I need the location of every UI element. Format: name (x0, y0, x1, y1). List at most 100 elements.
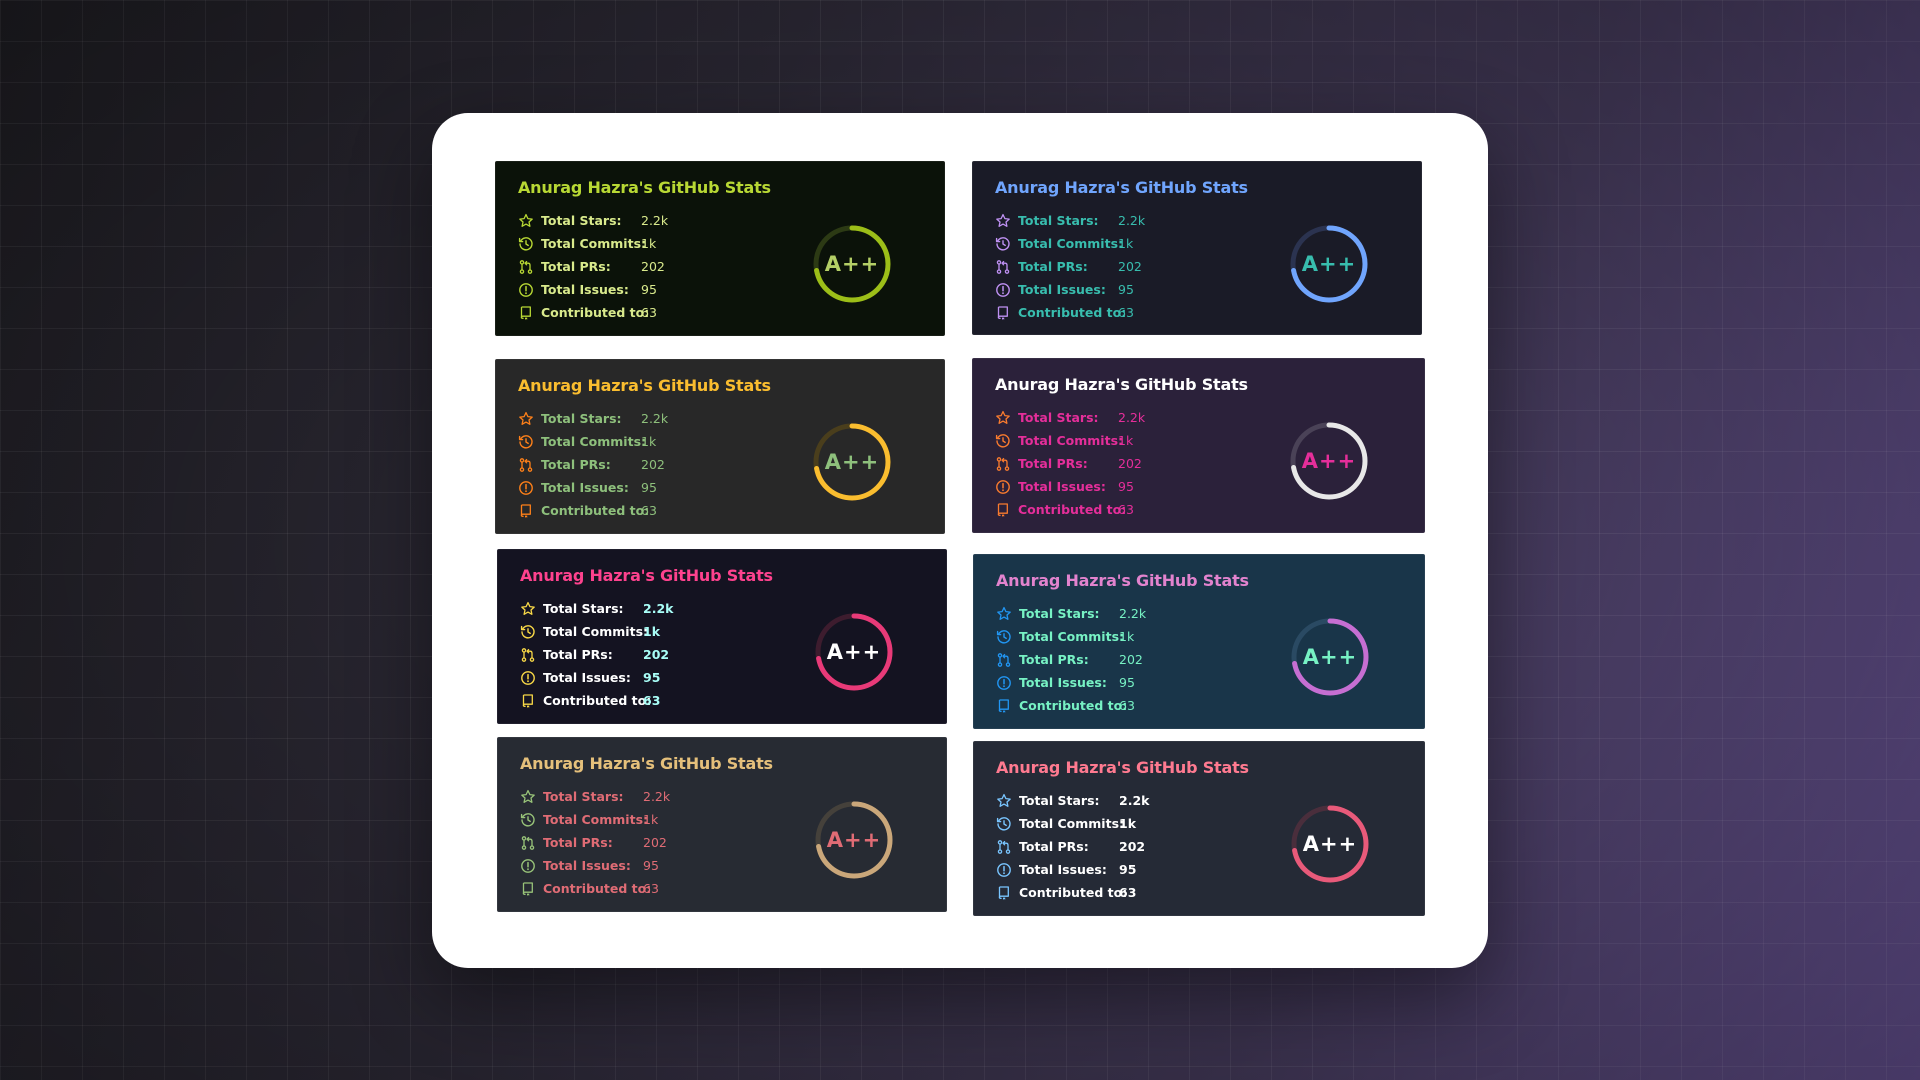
star-icon (995, 410, 1011, 426)
stat-row: Total PRs: 202 (518, 255, 665, 278)
stat-row: Contributed to: 63 (996, 694, 1135, 717)
stat-value: 202 (641, 259, 665, 274)
pull-request-icon (518, 259, 534, 275)
stat-label: Total Commits: (543, 624, 649, 639)
star-icon (995, 213, 1011, 229)
stat-label: Total Commits: (541, 236, 647, 251)
stat-row: Total Stars: 2.2k (996, 789, 1149, 812)
stat-label: Contributed to: (1018, 305, 1127, 320)
rank-label: A++ (1301, 252, 1357, 276)
stat-value: 95 (1118, 479, 1134, 494)
stat-value: 2.2k (641, 213, 669, 228)
stat-label: Total PRs: (1019, 839, 1089, 854)
rank-ring: A++ (1290, 804, 1370, 884)
stat-label: Total Issues: (1018, 282, 1106, 297)
rank-ring: A++ (1289, 224, 1369, 304)
rank-ring: A++ (814, 800, 894, 880)
stat-value: 1k (1119, 816, 1137, 831)
stat-row: Total PRs: 202 (995, 452, 1142, 475)
rank-label: A++ (824, 450, 880, 474)
stat-label: Total PRs: (541, 457, 611, 472)
stat-label: Total PRs: (543, 647, 613, 662)
issue-icon (995, 282, 1011, 298)
repo-icon (518, 503, 534, 519)
stat-value: 202 (1118, 259, 1142, 274)
stat-row: Total PRs: 202 (995, 255, 1142, 278)
stat-label: Total Stars: (541, 411, 622, 426)
stat-label: Total Commits: (543, 812, 649, 827)
stats-card-2: Anurag Hazra's GitHub Stats Total Stars:… (972, 161, 1422, 335)
stat-row: Total Commits: 1k (995, 232, 1133, 255)
stat-label: Contributed to: (541, 305, 650, 320)
commits-icon (518, 236, 534, 252)
rank-label: A++ (824, 252, 880, 276)
stat-row: Total PRs: 202 (518, 453, 665, 476)
star-icon (520, 601, 536, 617)
stats-list: Total Stars: 2.2k Total Commits: 1k Total PR… (996, 602, 1146, 717)
card-title: Anurag Hazra's GitHub Stats (996, 571, 1249, 590)
stat-row: Total Commits: 1k (518, 232, 656, 255)
stats-list: Total Stars: 2.2k Total Commits: 1k Total PR… (518, 209, 668, 324)
stat-value: 1k (641, 434, 657, 449)
stat-label: Total Issues: (541, 282, 629, 297)
star-icon (996, 606, 1012, 622)
stat-row: Total Commits: 1k (996, 625, 1134, 648)
stat-label: Total Issues: (543, 670, 631, 685)
stat-row: Total Commits: 1k (518, 430, 656, 453)
issue-icon (995, 479, 1011, 495)
stat-value: 2.2k (1119, 606, 1147, 621)
stats-card-4: Anurag Hazra's GitHub Stats Total Stars:… (972, 358, 1425, 533)
stats-card-5: Anurag Hazra's GitHub Stats Total Stars:… (497, 549, 947, 724)
repo-icon (518, 305, 534, 321)
commits-icon (520, 624, 536, 640)
rank-label: A++ (1301, 449, 1357, 473)
stat-row: Total Stars: 2.2k (518, 407, 668, 430)
stat-label: Total Stars: (1018, 410, 1099, 425)
stat-row: Total Issues: 95 (996, 858, 1136, 881)
stat-row: Total Commits: 1k (520, 620, 660, 643)
repo-icon (996, 698, 1012, 714)
pull-request-icon (996, 839, 1012, 855)
stat-label: Total Stars: (1019, 606, 1100, 621)
rank-ring: A++ (812, 224, 892, 304)
rank-label: A++ (826, 640, 882, 664)
stat-value: 95 (641, 480, 657, 495)
rank-ring: A++ (1290, 617, 1370, 697)
stat-label: Total PRs: (543, 835, 613, 850)
stats-list: Total Stars: 2.2k Total Commits: 1k Total PR… (995, 209, 1145, 324)
stat-label: Total PRs: (1018, 456, 1088, 471)
stat-value: 2.2k (1118, 213, 1146, 228)
pull-request-icon (520, 835, 536, 851)
stat-value: 1k (1118, 236, 1134, 251)
rank-ring: A++ (1289, 421, 1369, 501)
stat-row: Total Issues: 95 (520, 666, 660, 689)
rank-ring: A++ (812, 422, 892, 502)
stats-list: Total Stars: 2.2k Total Commits: 1k Total PR… (518, 407, 668, 522)
pull-request-icon (996, 652, 1012, 668)
stats-list: Total Stars: 2.2k Total Commits: 1k Total PR… (996, 789, 1149, 904)
stat-value: 95 (643, 670, 661, 685)
stats-card-1: Anurag Hazra's GitHub Stats Total Stars:… (495, 161, 945, 336)
stat-value: 2.2k (643, 789, 671, 804)
stat-value: 1k (641, 236, 657, 251)
issue-icon (518, 282, 534, 298)
rank-label: A++ (1302, 645, 1358, 669)
stat-value: 1k (643, 812, 659, 827)
stat-row: Total Stars: 2.2k (520, 597, 673, 620)
rank-label: A++ (1302, 832, 1358, 856)
commits-icon (996, 629, 1012, 645)
stat-row: Total PRs: 202 (996, 835, 1145, 858)
stat-label: Total PRs: (541, 259, 611, 274)
card-title: Anurag Hazra's GitHub Stats (995, 375, 1248, 394)
stat-label: Total Commits: (1019, 816, 1125, 831)
stat-value: 2.2k (1118, 410, 1146, 425)
issue-icon (996, 862, 1012, 878)
stats-card-8: Anurag Hazra's GitHub Stats Total Stars:… (973, 741, 1425, 916)
stat-label: Total Commits: (1018, 433, 1124, 448)
stat-row: Total PRs: 202 (520, 643, 669, 666)
stat-value: 2.2k (641, 411, 669, 426)
card-title: Anurag Hazra's GitHub Stats (518, 178, 771, 197)
stat-label: Contributed to: (543, 881, 652, 896)
stat-value: 1k (1118, 433, 1134, 448)
stats-list: Total Stars: 2.2k Total Commits: 1k Total PR… (520, 597, 673, 712)
